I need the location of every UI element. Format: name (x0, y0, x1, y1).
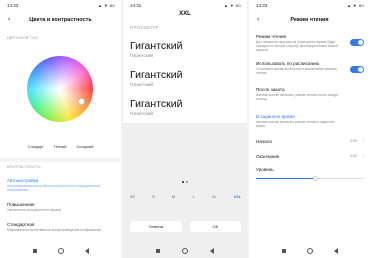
chevron-right-icon: › (362, 138, 364, 144)
start-label: Начало (256, 139, 273, 144)
size-option-xxl[interactable]: XXL (234, 195, 241, 199)
list-item-auto[interactable]: Автонастройка Автоматическая настройка к… (7, 178, 115, 192)
page-indicator (123, 181, 247, 183)
row-title: После заката (256, 87, 285, 92)
row-subtitle: Автоматически включать режим чтения в за… (256, 120, 335, 128)
home-icon[interactable] (306, 248, 313, 254)
sample-small-text: Гигантский (130, 111, 153, 116)
preview-label: ПРОСМОТР (130, 25, 159, 30)
end-value: 0:00 (350, 154, 357, 158)
reading-mode-screen: 14:33 ▲ ▼ 80 ‹ Режим чтения Режим чтения… (249, 0, 370, 258)
level-row: Уровень (256, 167, 364, 181)
ok-button[interactable]: ОК (189, 221, 241, 232)
list-item-increased[interactable]: Повышенная Увеличение контрастности экра… (7, 202, 115, 212)
list-item-subtitle: Увеличение контрастности экрана (7, 208, 62, 212)
back-arrow-icon[interactable]: ‹ (257, 16, 259, 23)
nav-bar (123, 244, 247, 258)
list-item-title: Повышенная (7, 202, 35, 207)
end-time-row[interactable]: Окончание 0:00 › (256, 153, 364, 159)
status-icons: ▲ ▼ 80 (347, 3, 364, 8)
row-title: В заданное время (256, 114, 295, 119)
chevron-right-icon: › (362, 153, 364, 159)
schedule-toggle[interactable] (350, 66, 364, 73)
back-icon[interactable] (333, 248, 338, 254)
page-dot (186, 181, 188, 183)
reading-mode-toggle[interactable] (350, 39, 364, 46)
sample-large-text: Гигантский (130, 98, 183, 110)
recents-icon[interactable] (281, 249, 286, 253)
tone-option-standard[interactable]: Стандарт (28, 145, 44, 149)
dialog-buttons: Отмена ОК (130, 221, 241, 232)
tone-options: Стандарт Тёплый Холодный (0, 145, 121, 149)
color-contrast-screen: 14:33 ▲ ▼ 80 ‹ Цвета и контрастность ЦВЕ… (0, 0, 121, 258)
size-option-xl[interactable]: XL (212, 195, 216, 199)
sample-large-text: Гигантский (130, 40, 183, 52)
preview-sample: Гигантский Гигантский (130, 40, 182, 58)
status-bar: 14:33 ▲ ▼ 80 (249, 0, 370, 12)
row-subtitle: Установите время включения и выключения … (256, 67, 337, 75)
page-title: XXL (179, 11, 191, 17)
row-title: Использовать по расписанию (256, 61, 320, 66)
header: ‹ Цвета и контрастность (0, 14, 121, 26)
back-icon[interactable] (84, 248, 89, 254)
page-dot (182, 181, 184, 183)
section-label-contrast: КОНТРАСТНОСТЬ (7, 165, 41, 169)
color-wheel[interactable] (27, 56, 93, 122)
back-arrow-icon[interactable]: ‹ (8, 16, 10, 23)
divider (0, 158, 121, 162)
font-size-screen: 14:31 ▲ ▼ 80 XXL ПРОСМОТР Гигантский Гиг… (123, 0, 247, 258)
size-option-l[interactable]: L (193, 195, 195, 199)
preview-sample: Гигантский Гигантский (130, 69, 182, 87)
nav-bar (0, 244, 121, 258)
page-title: Цвета и контрастность (29, 17, 92, 23)
home-icon[interactable] (182, 248, 188, 254)
end-label: Окончание (256, 154, 280, 159)
status-bar: 14:33 ▲ ▼ 80 (0, 0, 121, 12)
sample-small-text: Гигантский (130, 82, 153, 87)
sample-large-text: Гигантский (130, 69, 183, 81)
size-option-xs[interactable]: XS (130, 195, 135, 199)
level-slider[interactable] (256, 176, 364, 181)
schedule-row[interactable]: Использовать по расписанию Установите вр… (256, 61, 364, 75)
section-label-color-tone: ЦВЕТОВОЙ ТОН (7, 36, 38, 40)
level-slider-thumb[interactable] (312, 176, 318, 181)
list-item-subtitle: Автоматическая настройка контрастности и… (7, 184, 101, 193)
cancel-button[interactable]: Отмена (130, 221, 182, 232)
tone-option-warm[interactable]: Тёплый (54, 145, 67, 149)
size-option-s[interactable]: S (152, 195, 154, 199)
page-title: Режим чтения (290, 17, 329, 23)
custom-time-row[interactable]: В заданное время Автоматически включать … (256, 114, 364, 128)
bottom-sheet (123, 123, 247, 258)
row-subtitle: Для снижения нагрузки на глаза цвета экр… (256, 40, 338, 52)
status-time: 14:33 (256, 3, 268, 8)
status-time: 14:33 (7, 3, 19, 8)
row-subtitle: Автоматически включать режим чтения посл… (256, 93, 338, 101)
nav-bar (249, 244, 370, 258)
preview-sample: Гигантский Гигантский (130, 98, 182, 116)
size-option-m[interactable]: M (172, 195, 175, 199)
home-icon[interactable] (57, 248, 64, 254)
tone-option-cool[interactable]: Холодный (76, 145, 93, 149)
size-selector: XS S M L XL XXL (130, 195, 241, 199)
after-sunset-row[interactable]: После заката Автоматически включать режи… (256, 87, 364, 101)
list-item-title: Автонастройка (7, 178, 39, 183)
recents-icon[interactable] (156, 249, 160, 253)
status-icons: ▲ ▼ 80 (98, 3, 115, 8)
recents-icon[interactable] (32, 249, 37, 253)
row-title: Режим чтения (256, 34, 287, 39)
list-item-title: Стандартная (7, 222, 35, 227)
header: ‹ Режим чтения (249, 14, 370, 26)
reading-mode-row[interactable]: Режим чтения Для снижения нагрузки на гл… (256, 34, 364, 52)
list-item-subtitle: Максимально естественное воспроизведение… (7, 228, 102, 232)
level-slider-fill (256, 178, 316, 180)
start-value: 0:00 (350, 139, 357, 143)
back-icon[interactable] (210, 248, 214, 254)
level-label: Уровень (256, 167, 274, 172)
list-item-standard[interactable]: Стандартная Максимально естественное вос… (7, 222, 115, 232)
start-time-row[interactable]: Начало 0:00 › (256, 138, 364, 144)
sample-small-text: Гигантский (130, 53, 153, 58)
color-wheel-handle[interactable] (78, 98, 85, 105)
